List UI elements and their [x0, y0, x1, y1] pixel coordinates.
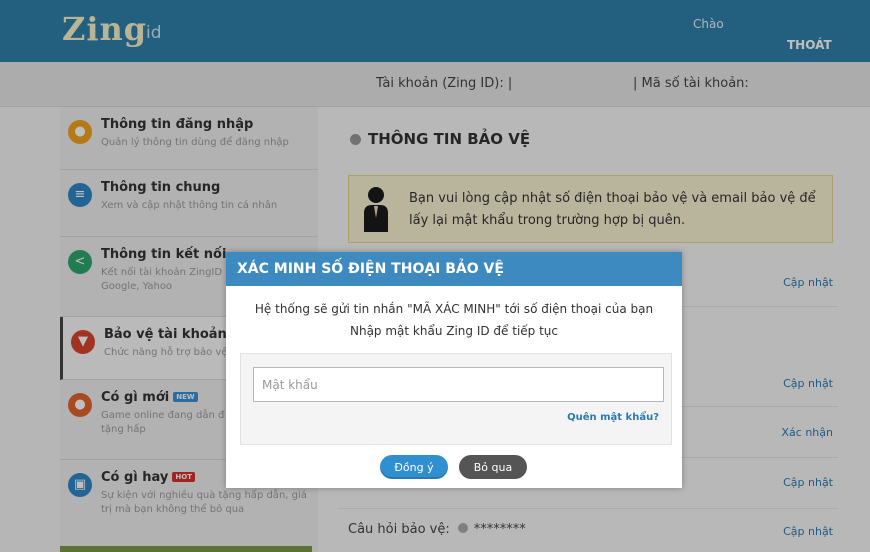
dialog-title: XÁC MINH SỐ ĐIỆN THOẠI BẢO VỆ	[237, 261, 504, 277]
password-input[interactable]	[253, 367, 664, 402]
skip-button[interactable]: Bỏ qua	[459, 455, 527, 479]
password-panel: Quên mật khẩu?	[240, 353, 672, 445]
forgot-password-link[interactable]: Quên mật khẩu?	[567, 412, 659, 423]
verify-phone-dialog: XÁC MINH SỐ ĐIỆN THOẠI BẢO VỆ Hệ thống s…	[226, 252, 682, 488]
dialog-header: XÁC MINH SỐ ĐIỆN THOẠI BẢO VỆ	[226, 252, 682, 286]
dialog-instruction: Nhập mật khẩu Zing ID để tiếp tục	[349, 324, 559, 338]
confirm-button[interactable]: Đồng ý	[380, 455, 448, 479]
dialog-message: Hệ thống sẽ gửi tin nhắn "MÃ XÁC MINH" t…	[254, 302, 654, 316]
